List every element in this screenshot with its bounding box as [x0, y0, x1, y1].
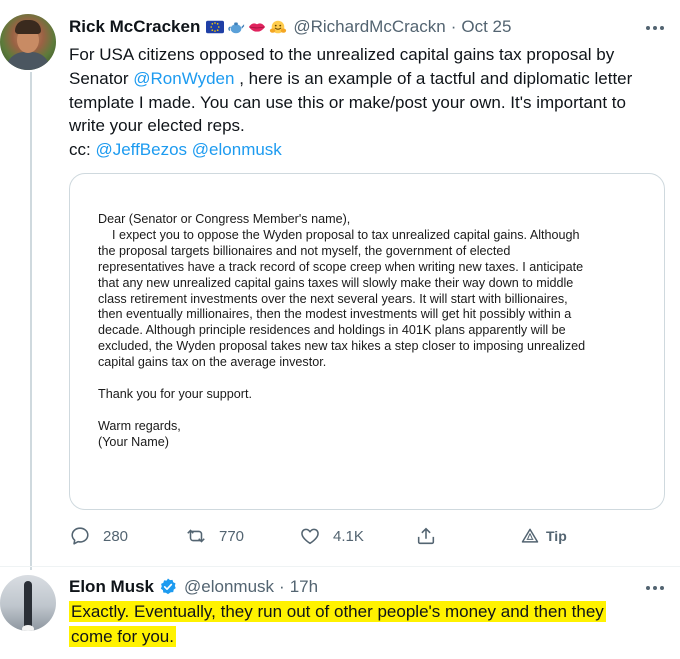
header-separator: · — [279, 577, 285, 596]
tip-label: Tip — [546, 528, 567, 544]
retweet-button[interactable]: 770 — [185, 523, 244, 549]
tweet-text: For USA citizens opposed to the unrealiz… — [69, 43, 665, 162]
tip-icon — [521, 528, 539, 543]
mention-link[interactable]: @RonWyden — [133, 69, 234, 88]
author-name[interactable]: Rick McCracken — [69, 17, 200, 37]
letter-thanks: Thank you for your support. — [98, 387, 253, 402]
letter-template: Dear (Senator or Congress Member's name)… — [98, 212, 643, 451]
highlighted-text-line: come for you. — [69, 626, 176, 647]
tweet-text-line: cc: @JeffBezos @elonmusk — [69, 138, 665, 162]
text-segment: cc: — [69, 140, 96, 160]
letter-body-line: decade. Although principle residences an… — [98, 323, 566, 338]
more-options-icon[interactable] — [643, 18, 667, 38]
text-segment: , here is an example of a tactful and di… — [234, 68, 633, 88]
tweet-actions: 280 770 4.1K Tip — [69, 523, 665, 549]
like-button[interactable]: 4.1K — [299, 523, 364, 549]
share-button[interactable] — [415, 523, 437, 549]
reply-tweet[interactable]: Elon Musk @elonmusk · 17h Exactly. Event… — [0, 567, 680, 659]
share-icon — [417, 527, 435, 545]
tweet-text-line: For USA citizens opposed to the unrealiz… — [69, 43, 665, 67]
mention-link[interactable]: @JeffBezos — [95, 140, 187, 159]
tweet-text: Exactly. Eventually, they run out of oth… — [69, 599, 665, 649]
reply-button[interactable]: 280 — [69, 523, 128, 549]
more-options-icon[interactable] — [643, 578, 667, 598]
text-segment: For USA citizens opposed to the unrealiz… — [69, 45, 615, 64]
letter-signature: (Your Name) — [98, 434, 169, 449]
tweet-header: Elon Musk @elonmusk · 17h — [69, 576, 318, 598]
text-segment: write your elected reps. — [69, 116, 245, 136]
letter-body-line: excluded, the Wyden proposal takes new t… — [98, 339, 586, 354]
retweet-icon — [187, 529, 205, 543]
original-tweet[interactable]: Rick McCracken @RichardMcCrackn · Oct 25… — [0, 0, 680, 570]
tweet-timestamp[interactable]: Oct 25 — [461, 17, 511, 37]
like-count: 4.1K — [333, 527, 364, 545]
hugging-face-icon — [270, 20, 287, 34]
thread-connector-line — [30, 72, 32, 570]
attached-image[interactable]: Dear (Senator or Congress Member's name)… — [69, 173, 665, 510]
letter-closing: Warm regards, — [98, 418, 181, 433]
author-handle[interactable]: @elonmusk — [184, 577, 274, 597]
header-separator: · — [450, 17, 457, 36]
tweet-text-line: Senator @RonWyden , here is an example o… — [69, 67, 665, 91]
tweet-timestamp[interactable]: 17h — [290, 577, 318, 597]
lips-icon — [249, 23, 266, 32]
reply-icon — [71, 527, 89, 545]
author-name[interactable]: Elon Musk — [69, 577, 154, 597]
text-segment: template I made. You can use this or mak… — [69, 92, 626, 112]
avatar[interactable] — [0, 14, 56, 70]
name-emojis — [206, 19, 287, 35]
highlighted-text-line: Exactly. Eventually, they run out of oth… — [69, 601, 606, 622]
tip-button[interactable]: Tip — [520, 523, 567, 549]
author-handle[interactable]: @RichardMcCrackn — [293, 17, 445, 37]
tweet-header: Rick McCracken @RichardMcCrackn · Oct 25 — [69, 16, 511, 38]
letter-body-line: I expect you to oppose the Wyden proposa… — [98, 227, 580, 242]
reply-count: 280 — [103, 527, 129, 545]
text-segment: Senator — [69, 68, 134, 88]
letter-body-line: representatives have a track record of s… — [98, 259, 584, 274]
retweet-count: 770 — [219, 527, 245, 545]
heart-icon — [301, 528, 319, 545]
tweet-text-line: write your elected reps. — [69, 114, 665, 138]
letter-body-line: capital gains tax on the average investo… — [98, 355, 327, 370]
letter-body: I expect you to oppose the Wyden proposa… — [98, 228, 643, 371]
letter-body-line: that any new unrealized capital gains ta… — [98, 275, 574, 290]
teapot-icon — [228, 22, 245, 34]
avatar[interactable] — [0, 575, 56, 631]
letter-body-line: class retirement investments over the ne… — [98, 291, 568, 306]
letter-greeting: Dear (Senator or Congress Member's name)… — [98, 212, 351, 226]
verified-badge-icon — [160, 578, 176, 595]
mention-link[interactable]: @elonmusk — [192, 140, 282, 159]
tweet-text-line: template I made. You can use this or mak… — [69, 91, 665, 115]
letter-body-line: the proposal targets billionaires and no… — [98, 243, 511, 258]
letter-body-line: then eventually millionaires, then the m… — [98, 307, 572, 322]
eu-flag-icon — [206, 20, 225, 34]
